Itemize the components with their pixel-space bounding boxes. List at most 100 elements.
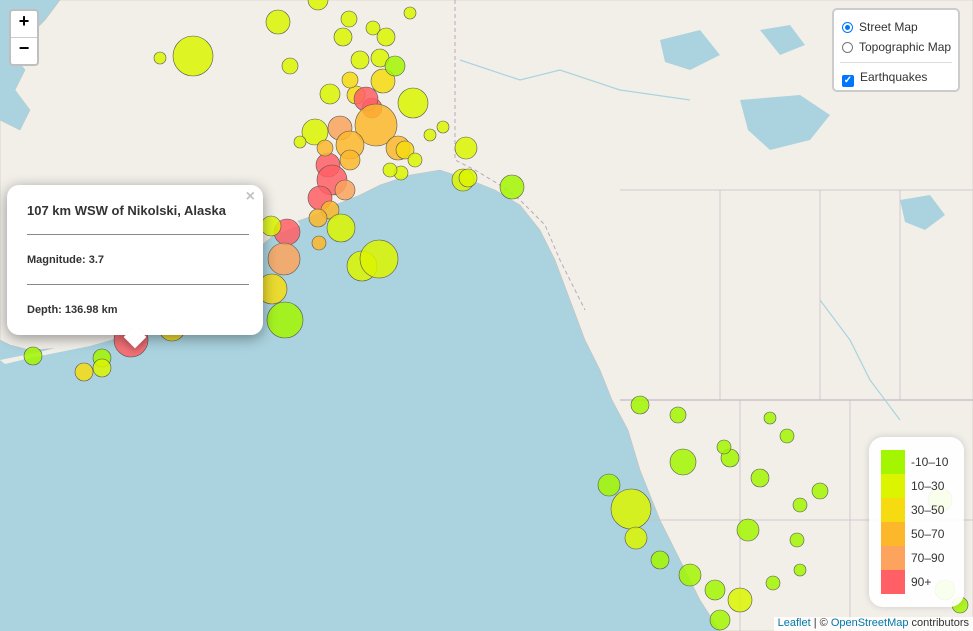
legend-swatch [881, 570, 905, 594]
earthquake-marker[interactable] [736, 518, 760, 542]
earthquake-marker[interactable] [792, 497, 808, 513]
earthquake-marker[interactable] [678, 563, 702, 587]
earthquake-marker[interactable] [765, 575, 781, 591]
earthquake-marker[interactable] [750, 468, 770, 488]
earthquake-marker[interactable] [260, 215, 282, 237]
legend-label: 50–70 [911, 527, 945, 541]
earthquake-marker[interactable] [267, 242, 301, 276]
earthquake-marker[interactable] [458, 168, 478, 188]
osm-link[interactable]: OpenStreetMap [831, 617, 909, 629]
attribution-suffix: contributors [908, 617, 969, 629]
earthquake-marker[interactable] [359, 239, 399, 279]
earthquake-marker[interactable] [340, 10, 358, 28]
earthquake-marker[interactable] [333, 27, 353, 47]
earthquake-marker[interactable] [293, 135, 307, 149]
earthquake-marker[interactable] [630, 395, 650, 415]
earthquake-marker[interactable] [499, 174, 525, 200]
zoom-in-button[interactable]: + [11, 11, 37, 37]
overlay-option-earthquakes[interactable]: ✓ Earthquakes [842, 69, 928, 87]
legend-swatch [881, 522, 905, 546]
legend-item: 90+ [881, 570, 961, 594]
attribution-separator: | © [810, 617, 831, 629]
earthquake-marker[interactable] [669, 406, 687, 424]
earthquake-marker[interactable] [172, 35, 214, 77]
divider [27, 284, 249, 285]
layers-control: Street Map Topographic Map ✓ Earthquakes [832, 8, 960, 92]
earthquake-marker[interactable] [624, 526, 648, 550]
earthquake-marker[interactable] [423, 128, 437, 142]
legend-item: 10–30 [881, 474, 961, 498]
legend-label: 10–30 [911, 479, 945, 493]
earthquake-marker[interactable] [326, 213, 356, 243]
earthquake-marker[interactable] [311, 235, 327, 251]
leaflet-link[interactable]: Leaflet [778, 617, 811, 629]
earthquake-marker[interactable] [811, 482, 829, 500]
earthquake-marker[interactable] [716, 439, 732, 455]
earthquake-marker[interactable] [339, 149, 361, 171]
earthquake-marker[interactable] [397, 87, 429, 119]
earthquake-marker[interactable] [763, 411, 777, 425]
earthquake-marker[interactable] [341, 71, 359, 89]
earthquake-marker[interactable] [308, 208, 328, 228]
earthquake-marker[interactable] [454, 136, 478, 160]
checkbox-icon[interactable]: ✓ [842, 75, 854, 87]
legend-label: 70–90 [911, 551, 945, 565]
earthquake-marker[interactable] [709, 609, 731, 631]
earthquake-marker[interactable] [266, 301, 304, 339]
layer-label: Topographic Map [859, 40, 952, 54]
earthquake-marker[interactable] [610, 488, 652, 530]
legend-item: 30–50 [881, 498, 961, 522]
layer-option-topographic-map[interactable]: Topographic Map [842, 39, 951, 55]
legend-label: 90+ [911, 575, 932, 589]
radio-icon[interactable] [842, 42, 853, 53]
attribution: Leaflet | © OpenStreetMap contributors [773, 617, 973, 631]
earthquake-marker[interactable] [350, 50, 370, 70]
overlay-label: Earthquakes [860, 70, 928, 84]
earthquake-marker[interactable] [727, 587, 753, 613]
layer-option-street-map[interactable]: Street Map [842, 19, 918, 35]
zoom-out-button[interactable]: − [11, 37, 37, 64]
close-icon[interactable]: × [246, 188, 255, 206]
earthquake-marker[interactable] [384, 55, 406, 77]
divider [27, 234, 249, 235]
earthquake-marker[interactable] [319, 83, 341, 105]
earthquake-marker[interactable] [382, 162, 398, 178]
earthquake-marker[interactable] [334, 179, 356, 201]
earthquake-marker[interactable] [23, 346, 43, 366]
earthquake-popup: × 107 km WSW of Nikolski, Alaska Magnitu… [7, 185, 263, 349]
legend-swatch [881, 546, 905, 570]
legend-swatch [881, 474, 905, 498]
earthquake-marker[interactable] [265, 9, 291, 35]
popup-title: 107 km WSW of Nikolski, Alaska [27, 203, 226, 218]
earthquake-marker[interactable] [74, 362, 94, 382]
earthquake-marker[interactable] [669, 448, 697, 476]
legend-item: 70–90 [881, 546, 961, 570]
earthquake-marker[interactable] [779, 428, 795, 444]
earthquake-marker[interactable] [407, 152, 423, 168]
layer-label: Street Map [859, 20, 918, 34]
earthquake-marker[interactable] [650, 550, 670, 570]
earthquake-marker[interactable] [789, 532, 805, 548]
earthquake-marker[interactable] [316, 139, 334, 157]
zoom-control: + − [9, 9, 39, 66]
legend-item: -10–10 [881, 450, 961, 474]
earthquake-marker[interactable] [436, 120, 450, 134]
legend-label: -10–10 [911, 455, 949, 469]
earthquake-marker[interactable] [704, 579, 726, 601]
depth-legend: -10–10 10–30 30–50 50–70 70–90 90+ [869, 437, 964, 607]
popup-magnitude: Magnitude: 3.7 [27, 254, 105, 266]
popup-depth: Depth: 136.98 km [27, 304, 118, 316]
earthquake-marker[interactable] [597, 473, 621, 497]
radio-icon[interactable] [842, 22, 853, 33]
legend-label: 30–50 [911, 503, 945, 517]
legend-swatch [881, 498, 905, 522]
earthquake-marker[interactable] [153, 51, 167, 65]
earthquake-marker[interactable] [403, 6, 417, 20]
layers-separator [840, 62, 952, 63]
earthquake-marker[interactable] [376, 27, 396, 47]
legend-swatch [881, 450, 905, 474]
earthquake-marker[interactable] [92, 358, 112, 378]
earthquake-marker[interactable] [793, 563, 807, 577]
legend-item: 50–70 [881, 522, 961, 546]
earthquake-marker[interactable] [281, 57, 299, 75]
